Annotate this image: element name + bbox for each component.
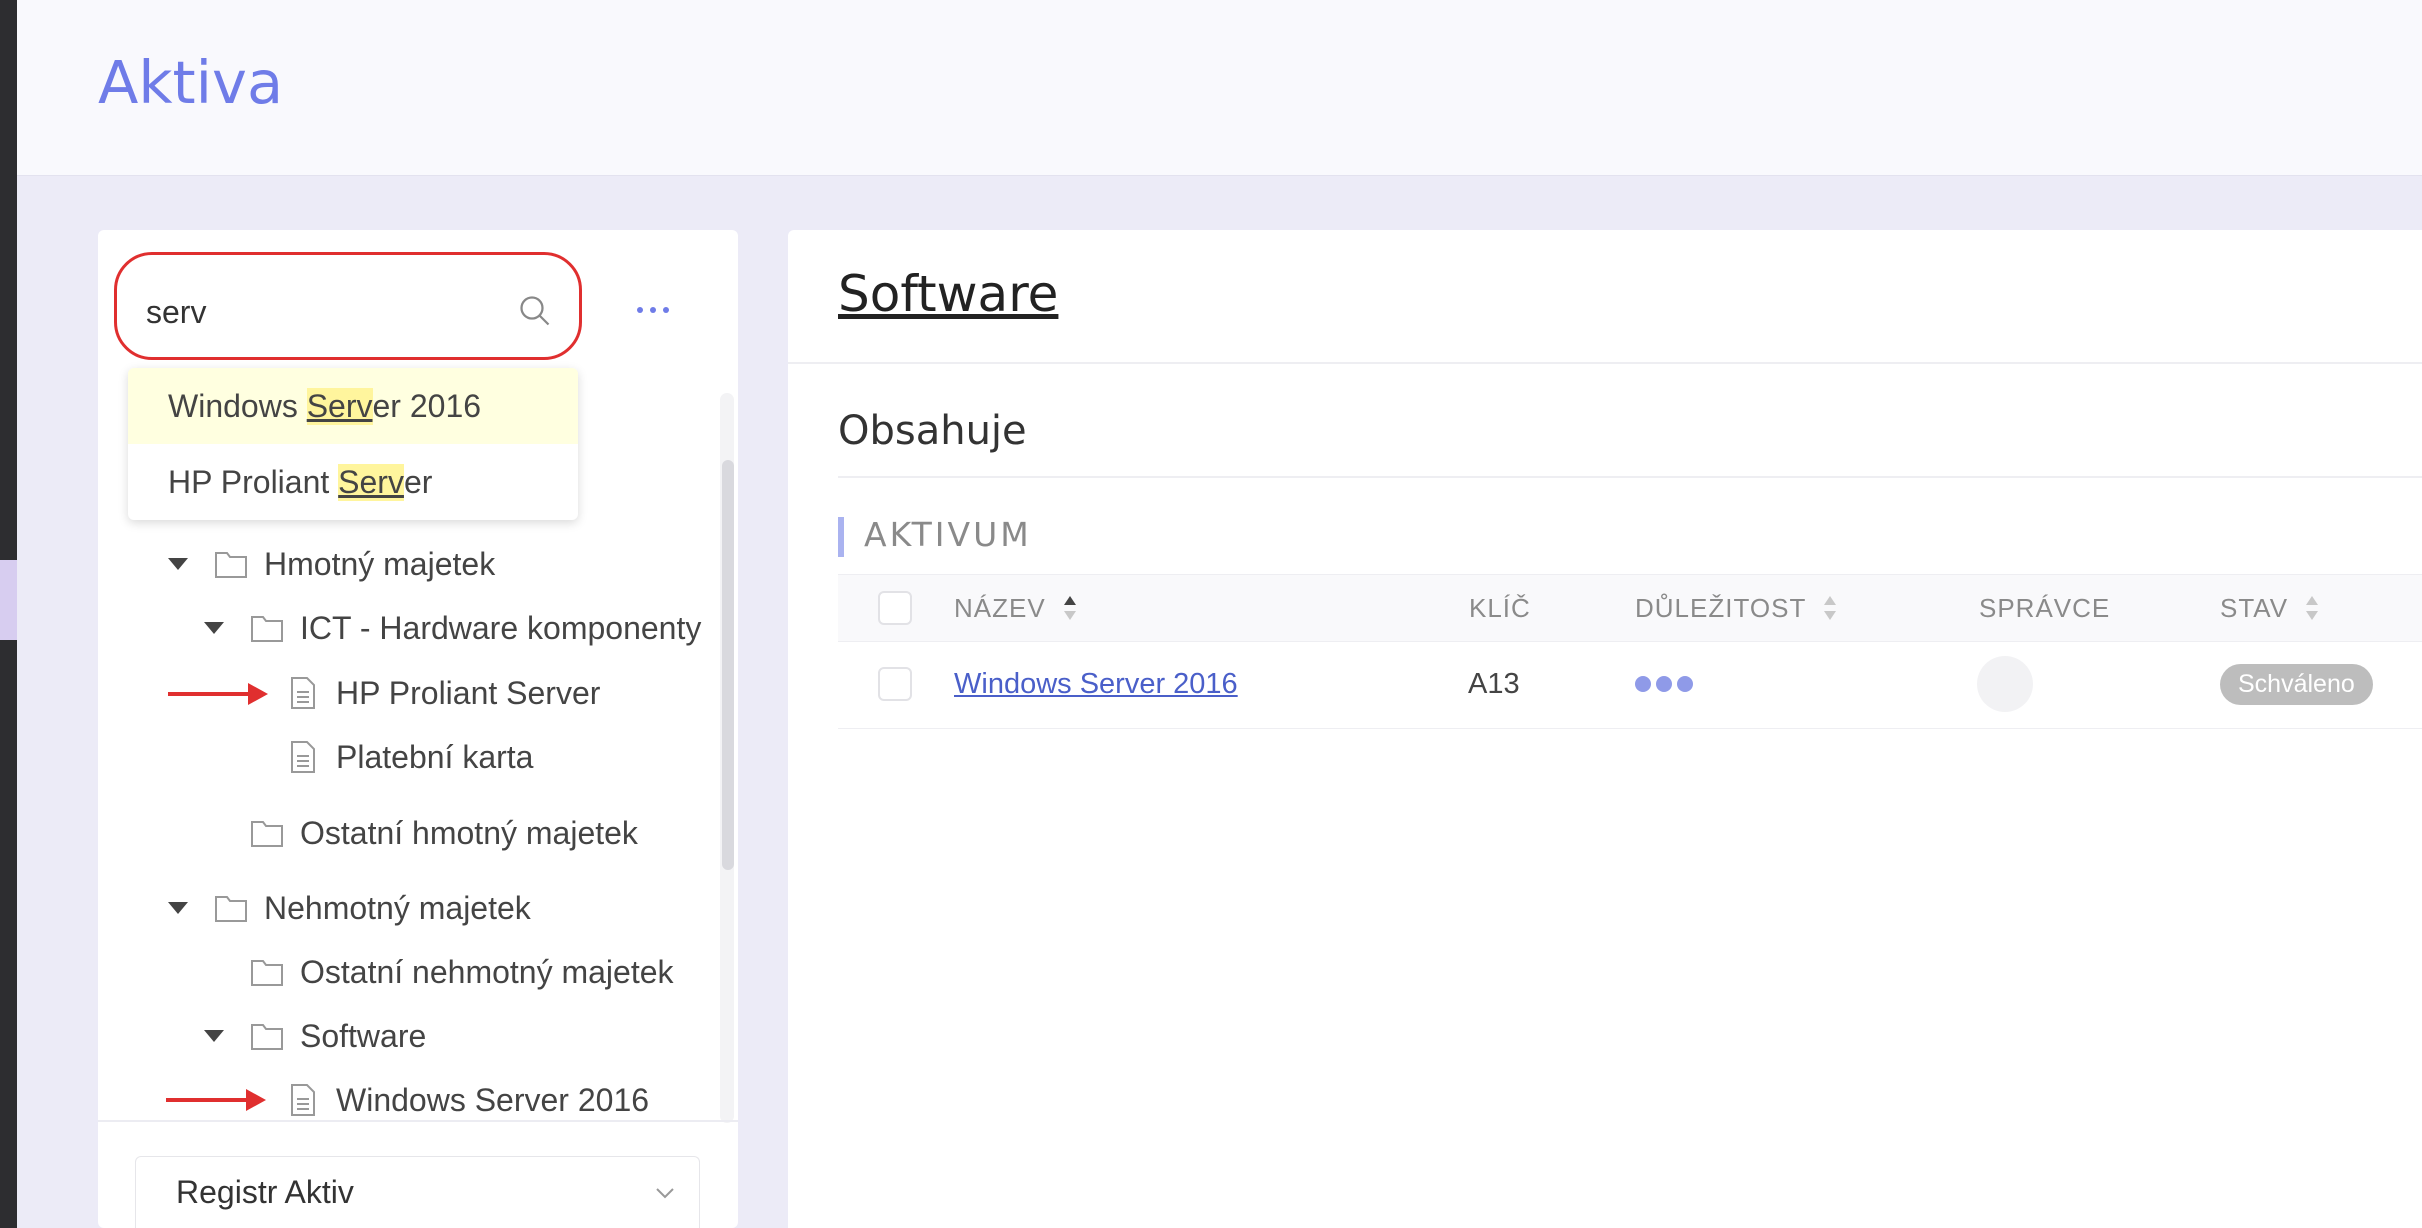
tree-item-label: Windows Server 2016 (336, 1081, 650, 1118)
tree-item-hmotny-majetek[interactable]: Hmotný majetek (168, 538, 495, 590)
chevron-down-icon (656, 1188, 674, 1199)
group-label: AKTIVUM (864, 515, 1032, 554)
tree-item-label: Platební karta (336, 738, 534, 775)
group-accent-bar (838, 517, 844, 557)
column-header-status[interactable]: STAV (2220, 575, 2320, 641)
document-icon (291, 1084, 315, 1116)
tree-scrollbar-thumb[interactable] (722, 460, 734, 870)
sort-icon[interactable] (2304, 594, 2320, 622)
folder-icon (251, 960, 283, 986)
panel-divider (98, 1120, 738, 1122)
divider (838, 476, 2422, 478)
column-header-label: SPRÁVCE (1979, 592, 2111, 623)
tree-item-label: Ostatní hmotný majetek (300, 814, 638, 851)
column-header-label: DŮLEŽITOST (1635, 592, 1807, 623)
expand-caret-icon[interactable] (204, 622, 224, 634)
importance-indicator (1635, 640, 1698, 728)
status-badge: Schváleno (2220, 663, 2373, 705)
status-cell: Schváleno (2220, 640, 2373, 728)
contains-heading: Obsahuje (838, 408, 1027, 454)
search-suggestions-dropdown: Windows Serv er 2016 HP Proliant Serv er (128, 368, 578, 520)
tree-item-label: Hmotný majetek (264, 545, 496, 582)
detail-panel (788, 230, 2422, 1228)
expand-caret-icon[interactable] (204, 1030, 224, 1042)
tree-item-ostatni-nehmotny-majetek[interactable]: Ostatní nehmotný majetek (250, 946, 674, 998)
importance-dot (1635, 676, 1651, 692)
expand-caret-icon[interactable] (168, 902, 188, 914)
app-frame: Aktiva Hmotný majetek ICT - Hardware kom… (0, 0, 2422, 1228)
tree-item-platebni-karta[interactable]: Platební karta (286, 731, 533, 783)
divider (788, 362, 2422, 364)
suggestion-match: Serv (338, 463, 404, 501)
suggestion-text: Windows (168, 387, 307, 424)
column-header-label: KLÍČ (1469, 592, 1531, 623)
page-title: Aktiva (98, 48, 284, 117)
folder-icon (251, 821, 283, 847)
asset-name-link[interactable]: Windows Server 2016 (954, 640, 1238, 728)
annotation-arrow (166, 1089, 266, 1111)
avatar (1977, 656, 2033, 712)
tree-item-label: Software (300, 1017, 427, 1054)
row-checkbox[interactable] (878, 667, 912, 701)
tree-item-windows-server-2016[interactable]: Windows Server 2016 (286, 1074, 649, 1126)
tree-item-hp-proliant-server[interactable]: HP Proliant Server (286, 667, 600, 719)
folder-icon (215, 552, 247, 578)
folder-icon (215, 896, 247, 922)
more-options-button[interactable] (620, 290, 686, 330)
owner-cell (1977, 640, 2033, 728)
tree-item-ict-hardware[interactable]: ICT - Hardware komponenty (204, 602, 701, 654)
document-icon (291, 677, 315, 709)
select-all-checkbox[interactable] (878, 591, 912, 625)
asset-name[interactable]: Windows Server 2016 (954, 668, 1238, 701)
window-edge-accent (0, 560, 17, 640)
detail-title[interactable]: Software (838, 265, 1058, 323)
page-header: Aktiva (17, 0, 2422, 176)
table-row[interactable]: Windows Server 2016 A13 Schváleno (838, 640, 2422, 729)
suggestion-item[interactable]: HP Proliant Serv er (128, 444, 578, 520)
tree-item-label: Nehmotný majetek (264, 889, 531, 926)
expand-caret-icon[interactable] (168, 558, 188, 570)
tree-item-software[interactable]: Software (204, 1010, 426, 1062)
document-icon (291, 741, 315, 773)
sort-icon[interactable] (1822, 594, 1838, 622)
asset-key-value: A13 (1468, 667, 1520, 700)
search-icon[interactable] (517, 293, 553, 329)
table-header: NÁZEV KLÍČ DŮLEŽITOST SPRÁVCE STAV (838, 574, 2422, 642)
column-header-importance[interactable]: DŮLEŽITOST (1635, 575, 1838, 641)
column-header-label: NÁZEV (954, 592, 1046, 623)
suggestion-text: er (403, 463, 433, 500)
annotation-arrow (168, 683, 268, 705)
column-header-label: STAV (2220, 592, 2289, 623)
column-header-name[interactable]: NÁZEV (954, 575, 1078, 641)
suggestion-match: Serv (306, 387, 373, 425)
suggestion-item[interactable]: Windows Serv er 2016 (128, 368, 578, 444)
folder-icon (251, 1024, 283, 1050)
folder-icon (251, 616, 283, 642)
asset-key: A13 (1468, 640, 1520, 728)
importance-dot (1677, 676, 1693, 692)
search-input[interactable] (144, 274, 568, 350)
suggestion-text: er 2016 (372, 387, 482, 424)
importance-dot (1656, 676, 1672, 692)
tree-item-nehmotny-majetek[interactable]: Nehmotný majetek (168, 882, 531, 934)
sort-icon[interactable] (1062, 594, 1078, 622)
suggestion-text: HP Proliant (168, 463, 339, 500)
tree-item-label: Ostatní nehmotný majetek (300, 953, 674, 990)
column-header-key: KLÍČ (1469, 575, 1531, 641)
registry-select-value: Registr Aktiv (176, 1174, 354, 1210)
registry-select[interactable]: Registr Aktiv (135, 1156, 700, 1228)
column-header-owner: SPRÁVCE (1979, 575, 2110, 641)
tree-item-label: ICT - Hardware komponenty (300, 609, 702, 646)
tree-item-ostatni-hmotny-majetek[interactable]: Ostatní hmotný majetek (250, 807, 638, 859)
tree-item-label: HP Proliant Server (336, 674, 601, 711)
